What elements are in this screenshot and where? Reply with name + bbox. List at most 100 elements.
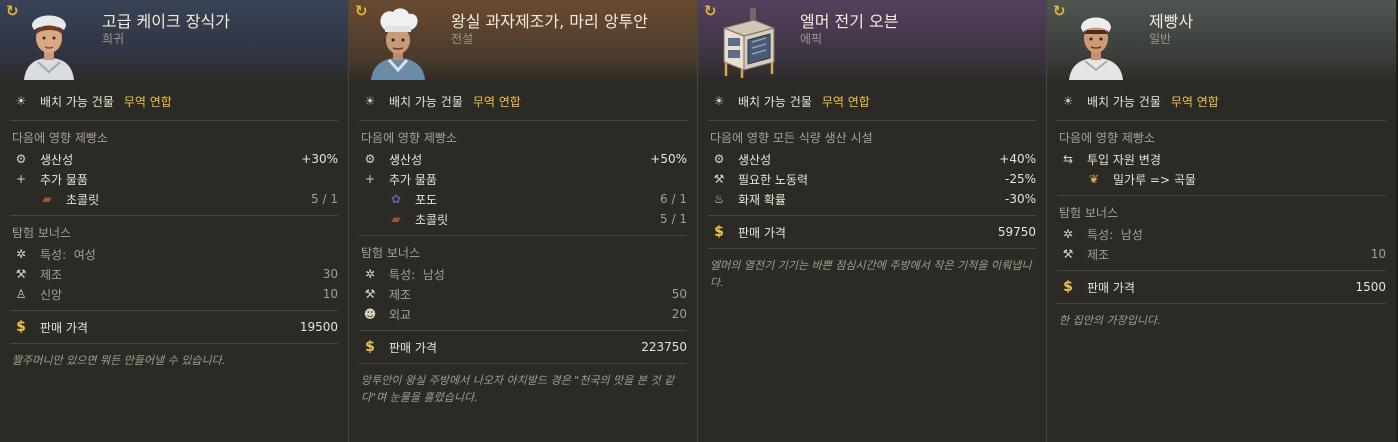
item-cards: ↻ 고급 케이크 장식가 희귀 ☀ 배치 가능 건물 무역 연합 다음에 영향 …: [0, 0, 1398, 442]
effect-value: -25%: [1004, 172, 1036, 186]
divider: [708, 120, 1036, 121]
flavor-text: 한 집안의 가장입니다.: [1059, 314, 1161, 327]
dollar-icon: $: [1063, 279, 1073, 295]
extra-good-ratio: 5 / 1: [311, 192, 338, 206]
extra-good-label: 포도: [415, 192, 438, 207]
effect-label: 투입 자원 변경: [1087, 152, 1161, 167]
portrait-chef: [371, 8, 425, 80]
divider: [359, 330, 687, 331]
input-change-row: ❦ 밀가루 => 곡물: [1047, 169, 1396, 189]
sun-icon: ☀: [1062, 94, 1074, 108]
affects-heading: 다음에 영향 모든 식량 생산 시설: [698, 127, 1046, 149]
bonus-label: 외교: [389, 307, 412, 322]
item-rarity: 일반: [1149, 32, 1172, 46]
item-card-royal-confectioner[interactable]: ↻ 왕실 과자제조가, 마리 앙투안 전설 ☀ 배치 가능 건물 무역 연합 다…: [349, 0, 698, 442]
sun-icon: ☀: [364, 94, 376, 108]
extra-good-row: ✿ 포도 6 / 1: [349, 189, 697, 209]
price-label: 판매 가격: [40, 320, 88, 335]
affects-heading: 다음에 영향 제빵소: [1047, 127, 1396, 149]
price-row: $ 판매 가격 223750: [349, 337, 697, 357]
bonus-value: 10: [322, 287, 338, 301]
divider: [1057, 303, 1386, 304]
divider: [1057, 195, 1386, 196]
bonus-row: ☻ 외교 20: [349, 304, 697, 324]
effect-row: ⇆ 투입 자원 변경: [1047, 149, 1396, 169]
bonus-value: 20: [671, 307, 687, 321]
effect-row: ♨ 화재 확률 -30%: [698, 189, 1046, 209]
affects-prefix: 다음에 영향: [361, 131, 421, 145]
card-header: ↻ 제빵사 일반: [1047, 0, 1396, 84]
wheat-icon: ❦: [1088, 172, 1100, 186]
crafting-icon: ⚒: [1062, 247, 1074, 261]
input-change-label: 밀가루 => 곡물: [1113, 172, 1196, 187]
divider: [10, 215, 338, 216]
item-rarity: 에픽: [800, 32, 823, 46]
dollar-icon: $: [714, 224, 724, 240]
affects-prefix: 다음에 영향: [1059, 131, 1119, 145]
divider: [10, 310, 338, 311]
bonus-label: 제조: [1087, 247, 1110, 262]
building-label: 배치 가능 건물: [40, 94, 114, 109]
diplomacy-icon: ☻: [363, 307, 377, 321]
effect-row: ⚙ 생산성 +30%: [0, 149, 348, 169]
building-row: ☀ 배치 가능 건물 무역 연합: [1047, 88, 1396, 114]
building-value: 무역 연합: [1170, 94, 1219, 109]
price-label: 판매 가격: [389, 340, 437, 355]
item-card-electric-oven[interactable]: ↻ 엘머 전기 오븐 에픽 ☀ 배치 가능 건물 무역 연합 다음에 영향 모든…: [698, 0, 1047, 442]
price-value: 1500: [1355, 280, 1386, 294]
item-card-baker[interactable]: ↻ 제빵사 일반 ☀ 배치 가능 건물 무역 연합 다음에 영향 제빵소 ⇆ 투…: [1047, 0, 1396, 442]
price-value: 19500: [299, 320, 338, 334]
card-header: ↻ 엘머 전기 오븐 에픽: [698, 0, 1046, 84]
extra-good-ratio: 5 / 1: [660, 212, 687, 226]
crafting-icon: ⚒: [364, 287, 376, 301]
effect-value: +40%: [999, 152, 1036, 166]
item-name: 제빵사: [1149, 12, 1194, 31]
effect-value: -30%: [1004, 192, 1036, 206]
bonus-value: 30: [322, 267, 338, 281]
effect-label: 추가 물품: [40, 172, 88, 187]
portrait-baker: [1069, 17, 1123, 80]
building-row: ☀ 배치 가능 건물 무역 연합: [349, 88, 697, 114]
dollar-icon: $: [365, 339, 375, 355]
extra-good-label: 초콜릿: [415, 212, 449, 227]
trait-row: ✲ 특성: 남성: [1047, 224, 1396, 244]
bonus-value: 50: [671, 287, 687, 301]
card-header: ↻ 왕실 과자제조가, 마리 앙투안 전설: [349, 0, 697, 84]
extra-good-label: 초콜릿: [66, 192, 100, 207]
affects-prefix: 다음에 영향: [12, 131, 72, 145]
building-value: 무역 연합: [821, 94, 870, 109]
item-card-cake-decorator[interactable]: ↻ 고급 케이크 장식가 희귀 ☀ 배치 가능 건물 무역 연합 다음에 영향 …: [0, 0, 349, 442]
productivity-icon: ⚙: [364, 152, 376, 166]
effect-label: 생산성: [738, 152, 772, 167]
divider: [708, 248, 1036, 249]
building-label: 배치 가능 건물: [389, 94, 463, 109]
extra-good-row: ▰ 초콜릿 5 / 1: [0, 189, 348, 209]
effect-row: ⚙ 생산성 +40%: [698, 149, 1046, 169]
trait-label: 특성:: [389, 267, 416, 282]
affects-prefix: 다음에 영향: [710, 131, 770, 145]
divider: [1057, 270, 1386, 271]
trait-value: 남성: [1120, 227, 1143, 242]
divider: [359, 235, 687, 236]
effect-row: + 추가 물품: [349, 169, 697, 189]
plus-icon: +: [15, 172, 27, 186]
flavor-text: 엘머의 열전기 기기는 바쁜 점심시간에 주방에서 작은 기적을 이뤄냅니다.: [710, 259, 1032, 289]
item-name: 왕실 과자제조가, 마리 앙투안: [451, 12, 648, 31]
building-value: 무역 연합: [472, 94, 521, 109]
divider: [359, 120, 687, 121]
price-value: 59750: [997, 225, 1036, 239]
productivity-icon: ⚙: [15, 152, 27, 166]
trait-label: 특성:: [40, 247, 67, 262]
flavor-text: 앙투안이 왕실 주방에서 나오자 아치발드 경은 "천국의 맛을 본 것 같다"…: [361, 374, 675, 404]
price-label: 판매 가격: [738, 225, 786, 240]
oven-image: [722, 8, 776, 78]
effect-value: +30%: [301, 152, 338, 166]
grapes-icon: ✿: [390, 192, 402, 206]
trait-label: 특성:: [1087, 227, 1114, 242]
effect-row: + 추가 물품: [0, 169, 348, 189]
bonus-label: 제조: [40, 267, 63, 282]
effect-label: 생산성: [40, 152, 74, 167]
chocolate-icon: ▰: [391, 212, 401, 226]
bonus-value: 10: [1370, 247, 1386, 261]
building-row: ☀ 배치 가능 건물 무역 연합: [698, 88, 1046, 114]
